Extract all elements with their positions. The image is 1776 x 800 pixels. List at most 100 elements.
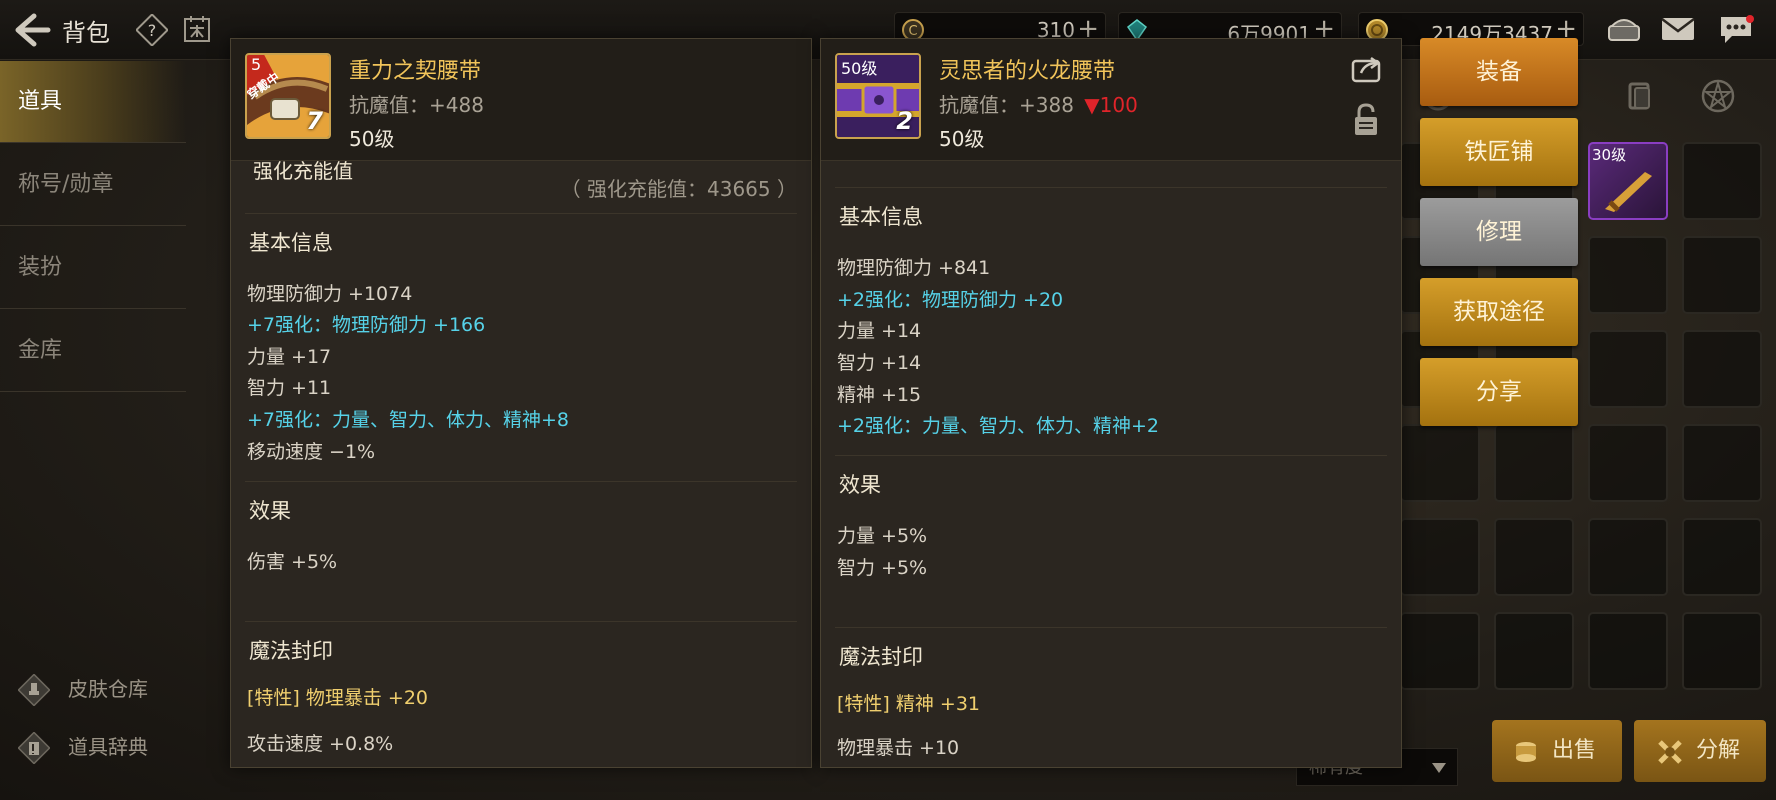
chest-icon[interactable] [1606, 14, 1642, 44]
coin-stack-icon [1516, 742, 1536, 762]
stat-line: 物理防御力 +1074 [247, 283, 413, 305]
resist-decrease: ▼100 [1084, 93, 1138, 117]
magic-resist-value: 抗魔值：+388 [939, 93, 1074, 117]
inventory-slot[interactable] [1494, 424, 1574, 502]
magic-resist: 抗魔值：+388 ▼100 [939, 89, 1138, 118]
share-icon[interactable] [1351, 55, 1383, 83]
inventory-slot[interactable] [1494, 518, 1574, 596]
stat-line: 移动速度 −1% [247, 441, 376, 463]
divider [835, 187, 1387, 188]
enhance-level: 7 [306, 107, 323, 135]
inventory-slot[interactable] [1682, 518, 1762, 596]
sell-button[interactable]: 出售 [1492, 720, 1622, 782]
item-name: 重力之契腰带 [349, 59, 482, 84]
divider [835, 455, 1387, 456]
calendar-icon[interactable] [182, 14, 212, 44]
skin-storage-label: 皮肤仓库 [68, 677, 148, 701]
decompose-button[interactable]: 分解 [1634, 720, 1766, 782]
charge-value: （ 强化充能值：43665 ） [560, 177, 797, 201]
stat-line: 精神 +15 [837, 384, 922, 406]
inventory-slot[interactable] [1682, 612, 1762, 690]
effect-title: 效果 [839, 473, 881, 497]
equipped-item-panel: 5 穿戴中 7 重力之契腰带 抗魔值：+488 50级 强化充能值 （ 强化充能… [230, 38, 812, 768]
repair-button[interactable]: 修理 [1420, 198, 1578, 266]
chevron-down-icon [1432, 763, 1446, 773]
inventory-slot[interactable] [1588, 518, 1668, 596]
back-arrow-icon[interactable] [12, 10, 52, 50]
obtain-source-button[interactable]: 获取途径 [1420, 278, 1578, 346]
stat-line: 力量 +14 [837, 320, 922, 342]
magic-resist: 抗魔值：+488 [349, 93, 484, 117]
item-level: 50级 [939, 127, 985, 151]
effect-line: 伤害 +5% [247, 551, 338, 573]
divider [245, 621, 797, 622]
svg-text:?: ? [148, 21, 157, 40]
pentagram-icon[interactable] [1700, 78, 1736, 114]
item-level-badge: 50级 [841, 59, 878, 78]
magic-seal-title: 魔法封印 [249, 639, 333, 663]
inventory-slot[interactable] [1588, 236, 1668, 314]
item-icon[interactable]: 5 穿戴中 7 [245, 53, 331, 139]
decompose-label: 分解 [1696, 738, 1741, 763]
svg-text:C: C [908, 24, 917, 39]
inventory-slot[interactable] [1494, 612, 1574, 690]
page-title: 背包 [62, 19, 110, 47]
inventory-slot[interactable] [1588, 330, 1668, 408]
inventory-slot[interactable] [1400, 518, 1480, 596]
item-icon[interactable]: 50级 2 [835, 53, 921, 139]
slot-level: 30级 [1592, 146, 1627, 164]
lock-icon[interactable] [1353, 103, 1379, 137]
sell-label: 出售 [1552, 738, 1597, 763]
inventory-slot[interactable] [1400, 424, 1480, 502]
equip-button[interactable]: 装备 [1420, 38, 1578, 106]
item-dictionary-link[interactable]: 道具辞典 [18, 730, 218, 764]
inventory-slot[interactable] [1400, 612, 1480, 690]
item-dictionary-label: 道具辞典 [68, 735, 148, 759]
item-header: 50级 2 灵思者的火龙腰带 抗魔值：+388 ▼100 50级 [821, 39, 1401, 161]
stat-line: 智力 +14 [837, 352, 922, 374]
item-level-badge: 5 [251, 55, 262, 74]
stat-line: +7强化：力量、智力、体力、精神+8 [247, 409, 570, 431]
inventory-slot[interactable] [1682, 142, 1762, 220]
item-name: 灵思者的火龙腰带 [939, 59, 1116, 84]
seal-line: [特性] 物理暴击 +20 [247, 687, 429, 709]
tab-items[interactable]: 道具 [0, 61, 186, 143]
seal-line: 物理暴击 +10 [837, 737, 960, 759]
inventory-slot[interactable] [1588, 424, 1668, 502]
mail-icon[interactable] [1660, 16, 1696, 42]
cards-icon[interactable] [1622, 78, 1658, 114]
stat-line: 力量 +17 [247, 346, 332, 368]
help-icon[interactable]: ? [136, 14, 168, 46]
item-level: 50级 [349, 127, 395, 151]
stat-line: 智力 +11 [247, 377, 332, 399]
book-icon [18, 732, 50, 764]
stat-line: +2强化：物理防御力 +20 [837, 289, 1064, 311]
blacksmith-button[interactable]: 铁匠铺 [1420, 118, 1578, 186]
chat-icon[interactable] [1718, 14, 1754, 46]
brush-icon [18, 674, 50, 706]
sword-icon [1605, 172, 1652, 212]
share-button[interactable]: 分享 [1420, 358, 1578, 426]
tab-titles[interactable]: 称号/勋章 [0, 144, 186, 226]
stat-line: +2强化：力量、智力、体力、精神+2 [837, 415, 1160, 437]
stat-line: 物理防御力 +841 [837, 257, 991, 279]
effect-line: 智力 +5% [837, 557, 928, 579]
divider [835, 627, 1387, 628]
decompose-icon [1658, 740, 1682, 764]
inventory-slot[interactable] [1588, 612, 1668, 690]
charge-header: 强化充能值 [253, 159, 353, 183]
seal-line: 攻击速度 +0.8% [247, 733, 394, 755]
basic-info-title: 基本信息 [839, 205, 923, 229]
compared-item-panel: 50级 2 灵思者的火龙腰带 抗魔值：+388 ▼100 50级 基本信息 物理… [820, 38, 1402, 768]
stat-line: +7强化：物理防御力 +166 [247, 314, 486, 336]
inventory-slot[interactable] [1682, 236, 1762, 314]
tab-vault[interactable]: 金库 [0, 310, 186, 392]
inventory-slot[interactable] [1682, 424, 1762, 502]
divider [245, 481, 797, 482]
skin-storage-link[interactable]: 皮肤仓库 [18, 672, 218, 706]
inventory-slot[interactable] [1682, 330, 1762, 408]
tab-costume[interactable]: 装扮 [0, 227, 186, 309]
inventory-slot[interactable]: 30级 [1588, 142, 1668, 220]
divider [245, 213, 797, 214]
effect-line: 力量 +5% [837, 525, 928, 547]
